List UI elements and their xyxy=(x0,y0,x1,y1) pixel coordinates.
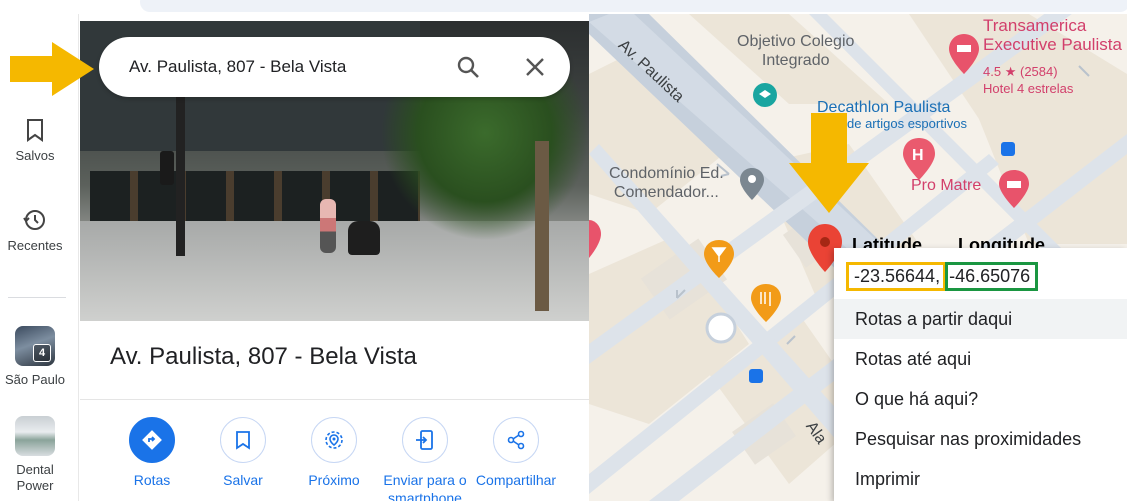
recent-place-label: Dental Power -... xyxy=(16,462,54,501)
place-thumbnail xyxy=(15,416,55,456)
bookmark-icon xyxy=(220,417,266,463)
photo-motorcycle xyxy=(348,221,380,255)
map-poi-condo[interactable]: Condomínio Ed. Comendador... xyxy=(609,164,724,202)
menu-item-print[interactable]: Imprimir xyxy=(834,459,1127,499)
star-icon: ★ xyxy=(1004,64,1017,79)
recent-place-dental-power[interactable]: Dental Power -... xyxy=(0,416,70,501)
map-poi-hotel[interactable]: Transamerica Executive Paulista xyxy=(983,16,1122,54)
address-bar[interactable] xyxy=(140,0,1127,12)
photo-traffic-light xyxy=(160,151,174,185)
recent-place-sao-paulo[interactable]: 4 São Paulo xyxy=(0,326,70,387)
rail-item-saved[interactable]: Salvos xyxy=(0,118,70,163)
latitude-value[interactable]: -23.56644, xyxy=(846,262,947,291)
place-thumbnail: 4 xyxy=(15,326,55,366)
screenshot-root: Salvos Recentes 4 São Paulo Dental Power… xyxy=(0,0,1127,501)
nearby-icon xyxy=(311,417,357,463)
bookmark-icon xyxy=(27,119,43,142)
share-button[interactable]: Compartilhar xyxy=(461,417,571,489)
recent-place-label: São Paulo xyxy=(5,372,65,387)
map-context-menu: -23.56644, -46.65076 Rotas a partir daqui… xyxy=(834,248,1127,501)
place-title: Av. Paulista, 807 - Bela Vista xyxy=(110,343,417,370)
hotel-rating-value: 4.5 xyxy=(983,64,1002,79)
coordinates-item[interactable]: -23.56644, -46.65076 xyxy=(846,262,1039,291)
stack-count-badge: 4 xyxy=(33,344,51,362)
menu-item-directions-from-here[interactable]: Rotas a partir daqui xyxy=(834,299,1127,339)
svg-text:H: H xyxy=(912,147,924,164)
search-input[interactable]: Av. Paulista, 807 - Bela Vista xyxy=(129,57,346,77)
panel-divider xyxy=(80,399,589,400)
share-icon xyxy=(493,417,539,463)
rail-item-label: Recentes xyxy=(7,238,63,253)
close-icon[interactable] xyxy=(521,53,549,81)
rail-item-recent[interactable]: Recentes xyxy=(0,208,70,253)
directions-icon xyxy=(129,417,175,463)
map-hotel-class: Hotel 4 estrelas xyxy=(983,81,1074,96)
menu-item-directions-to-here[interactable]: Rotas até aqui xyxy=(834,339,1127,379)
longitude-value[interactable]: -46.65076 xyxy=(945,262,1039,291)
annotation-arrow-down-icon xyxy=(789,113,869,213)
history-icon xyxy=(23,210,45,230)
browser-top-strip xyxy=(0,0,1127,14)
map-poi-hospital[interactable]: Pro Matre xyxy=(911,176,981,195)
menu-item-whats-here[interactable]: O que há aqui? xyxy=(834,379,1127,419)
send-to-phone-icon xyxy=(402,417,448,463)
menu-item-search-nearby[interactable]: Pesquisar nas proximidades xyxy=(834,419,1127,459)
rail-divider xyxy=(8,297,66,298)
annotation-arrow-right-icon xyxy=(10,42,94,96)
rail-item-label: Salvos xyxy=(15,148,55,163)
hotel-review-count: (2584) xyxy=(1019,64,1058,79)
action-label: Compartilhar xyxy=(475,472,557,488)
place-panel: Av. Paulista, 807 - Bela Vista Av. Pauli… xyxy=(80,21,589,501)
photo-pedestrian xyxy=(320,199,336,253)
photo-traffic-pole xyxy=(176,81,185,256)
search-box[interactable]: Av. Paulista, 807 - Bela Vista xyxy=(99,37,570,97)
map-poi-school[interactable]: Objetivo Colegio Integrado xyxy=(737,32,854,70)
search-icon[interactable] xyxy=(454,53,482,81)
photo-tree-trunk xyxy=(535,141,549,311)
